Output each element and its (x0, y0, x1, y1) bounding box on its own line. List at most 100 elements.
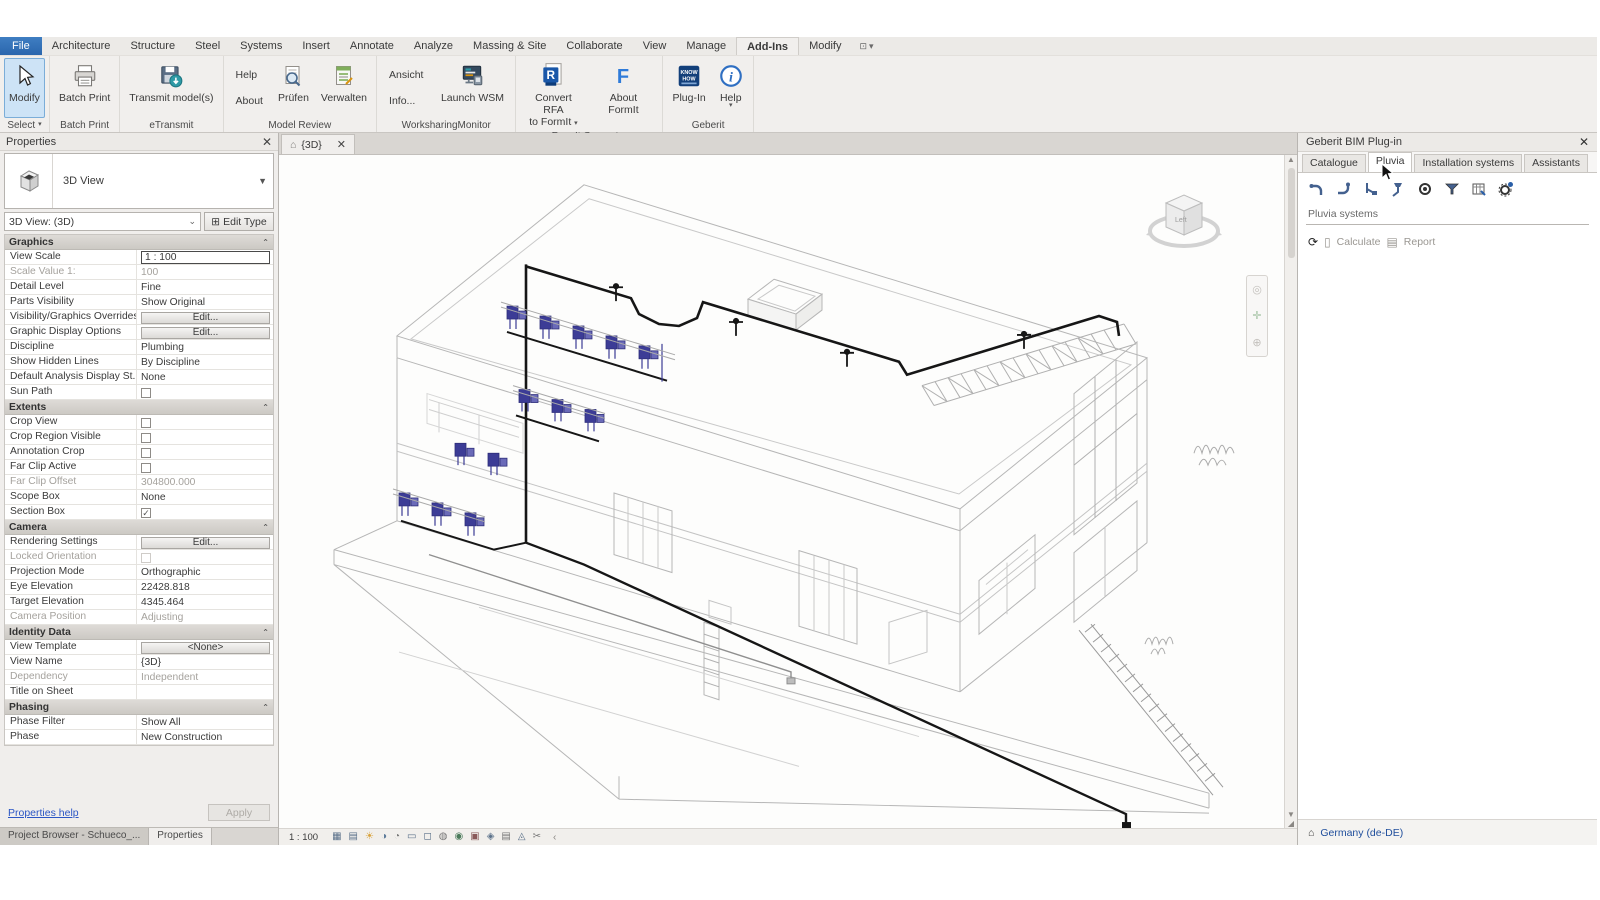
view-template-button[interactable]: <None> (141, 642, 270, 654)
property-value[interactable]: Edit... (137, 310, 273, 324)
property-value[interactable]: 1 : 100 (137, 250, 273, 264)
collapse-icon[interactable]: ⌃ (262, 628, 269, 637)
property-row-phase[interactable]: PhaseNew Construction (5, 730, 273, 745)
ribbon-tab-analyze[interactable]: Analyze (404, 37, 463, 55)
launch-wsm-button[interactable]: Launch WSM (433, 58, 511, 118)
property-value[interactable] (137, 415, 273, 429)
show-crop-region-icon[interactable]: ◻ (423, 832, 431, 842)
flange-icon[interactable] (1416, 180, 1434, 198)
convert-rfa-button[interactable]: R Convert RFA to FormIt ▾ (520, 58, 586, 131)
pipe-bracket-icon[interactable] (1362, 180, 1380, 198)
locked-orientation-checkbox[interactable] (141, 553, 151, 563)
collapse-icon[interactable]: ⌃ (262, 703, 269, 712)
geberit-tab-pluvia[interactable]: Pluvia (1368, 152, 1413, 172)
value-input[interactable]: 1 : 100 (141, 251, 270, 264)
worksharing-display-icon[interactable]: ◈ (487, 832, 495, 842)
shadows-icon[interactable]: ◑ (381, 832, 387, 842)
country-selector[interactable]: Germany (de-DE) (1320, 827, 1403, 839)
property-value[interactable]: 22428.818 (137, 580, 273, 594)
file-tab[interactable]: File (0, 37, 42, 55)
property-value[interactable]: Plumbing (137, 340, 273, 354)
property-value[interactable] (137, 430, 273, 444)
property-value[interactable]: ✓ (137, 505, 273, 519)
report-button[interactable]: Report (1404, 236, 1436, 248)
model-canvas[interactable]: Left ◎ ✛ ⊕ (279, 155, 1284, 828)
property-row-far-clip-offset[interactable]: Far Clip Offset304800.000 (5, 475, 273, 490)
property-row-target-elevation[interactable]: Target Elevation4345.464 (5, 595, 273, 610)
property-row-sun-path[interactable]: Sun Path (5, 385, 273, 400)
property-value[interactable]: Show Original (137, 295, 273, 309)
pipe-riser-icon[interactable] (1335, 180, 1353, 198)
ribbon-tab-add-ins[interactable]: Add-Ins (736, 37, 799, 55)
about-formit-button[interactable]: F About FormIt (588, 58, 658, 131)
property-row-far-clip-active[interactable]: Far Clip Active (5, 460, 273, 475)
ribbon-tab-steel[interactable]: Steel (185, 37, 230, 55)
section-header-camera[interactable]: Camera⌃ (5, 520, 273, 535)
property-value[interactable] (137, 550, 273, 564)
section-header-identity-data[interactable]: Identity Data⌃ (5, 625, 273, 640)
resize-corner-icon[interactable]: ◢ (1288, 819, 1294, 828)
property-row-scope-box[interactable]: Scope BoxNone (5, 490, 273, 505)
batch-print-button[interactable]: Batch Print (54, 58, 115, 118)
property-row-view-name[interactable]: View Name{3D} (5, 655, 273, 670)
property-row-locked-orientation[interactable]: Locked Orientation (5, 550, 273, 565)
visibility-graphics-overrides-button[interactable]: Edit... (141, 312, 270, 324)
property-value[interactable] (137, 460, 273, 474)
scroll-left-icon[interactable]: ‹ (553, 832, 556, 843)
ribbon-tab-insert[interactable]: Insert (292, 37, 340, 55)
property-row-detail-level[interactable]: Detail LevelFine (5, 280, 273, 295)
temporary-view-properties-icon[interactable]: ▤ (501, 832, 510, 842)
geberit-tab-catalogue[interactable]: Catalogue (1302, 154, 1366, 172)
hide-isolate-icon[interactable]: ◉ (455, 832, 464, 842)
property-value[interactable]: None (137, 490, 273, 504)
property-row-crop-view[interactable]: Crop View (5, 415, 273, 430)
property-row-default-analysis-display-st[interactable]: Default Analysis Display St...None (5, 370, 273, 385)
edit-type-button[interactable]: ⊞ Edit Type (204, 212, 274, 231)
geberit-tab-assistants[interactable]: Assistants (1524, 154, 1588, 172)
info-button[interactable]: Info... (383, 93, 429, 109)
steering-wheel-icon[interactable]: ◎ (1252, 283, 1262, 296)
property-row-section-box[interactable]: Section Box✓ (5, 505, 273, 520)
reveal-hidden-icon[interactable]: ▣ (470, 832, 479, 842)
analytical-model-icon[interactable]: ◬ (518, 832, 526, 842)
panel-tab-project-browser-schueco[interactable]: Project Browser - Schueco_... (0, 828, 149, 845)
property-row-title-on-sheet[interactable]: Title on Sheet (5, 685, 273, 700)
schedule-icon[interactable] (1470, 180, 1488, 198)
roof-outlet-icon[interactable] (1389, 180, 1407, 198)
scroll-up-icon[interactable]: ▲ (1287, 155, 1295, 164)
property-value[interactable]: Orthographic (137, 565, 273, 579)
view-instance-combo[interactable]: 3D View: (3D) ⌄ (4, 212, 201, 231)
refresh-icon[interactable]: ⟳ (1308, 235, 1318, 249)
view-scale-control[interactable]: 1 : 100 (289, 832, 318, 843)
scrollbar-thumb[interactable] (1288, 168, 1295, 258)
property-row-view-scale[interactable]: View Scale1 : 100 (5, 250, 273, 265)
ribbon-display-toggle[interactable]: ⊡ ▾ (851, 37, 881, 55)
property-row-dependency[interactable]: DependencyIndependent (5, 670, 273, 685)
property-row-phase-filter[interactable]: Phase FilterShow All (5, 715, 273, 730)
pan-icon[interactable]: ✛ (1252, 309, 1261, 322)
crop-view-checkbox[interactable] (141, 418, 151, 428)
lock-3d-view-icon[interactable]: ◍ (439, 832, 448, 842)
property-value[interactable]: Show All (137, 715, 273, 729)
collapse-icon[interactable]: ⌃ (262, 523, 269, 532)
canvas-vertical-scrollbar[interactable]: ▲ ▼ ◢ (1284, 155, 1297, 828)
ansicht-button[interactable]: Ansicht (383, 67, 429, 83)
section-header-extents[interactable]: Extents⌃ (5, 400, 273, 415)
geberit-plugin-button[interactable]: KNOWHOW Plug-In (667, 58, 710, 118)
section-box-checkbox[interactable]: ✓ (141, 508, 151, 518)
settings-icon[interactable] (1497, 180, 1515, 198)
scroll-down-icon[interactable]: ▼ (1287, 810, 1295, 819)
property-row-graphic-display-options[interactable]: Graphic Display OptionsEdit... (5, 325, 273, 340)
property-row-discipline[interactable]: DisciplinePlumbing (5, 340, 273, 355)
property-value[interactable]: {3D} (137, 655, 273, 669)
property-value[interactable] (137, 385, 273, 399)
constraints-icon[interactable]: ✂ (533, 832, 541, 842)
pruefen-button[interactable]: Prüfen (273, 58, 314, 118)
property-row-annotation-crop[interactable]: Annotation Crop (5, 445, 273, 460)
property-value[interactable]: New Construction (137, 730, 273, 744)
viewcube[interactable]: Left (1142, 181, 1226, 265)
property-value[interactable] (137, 685, 273, 699)
funnel-icon[interactable] (1443, 180, 1461, 198)
chevron-down-icon[interactable]: ▼ (258, 176, 273, 186)
verwalten-button[interactable]: Verwalten (316, 58, 372, 118)
